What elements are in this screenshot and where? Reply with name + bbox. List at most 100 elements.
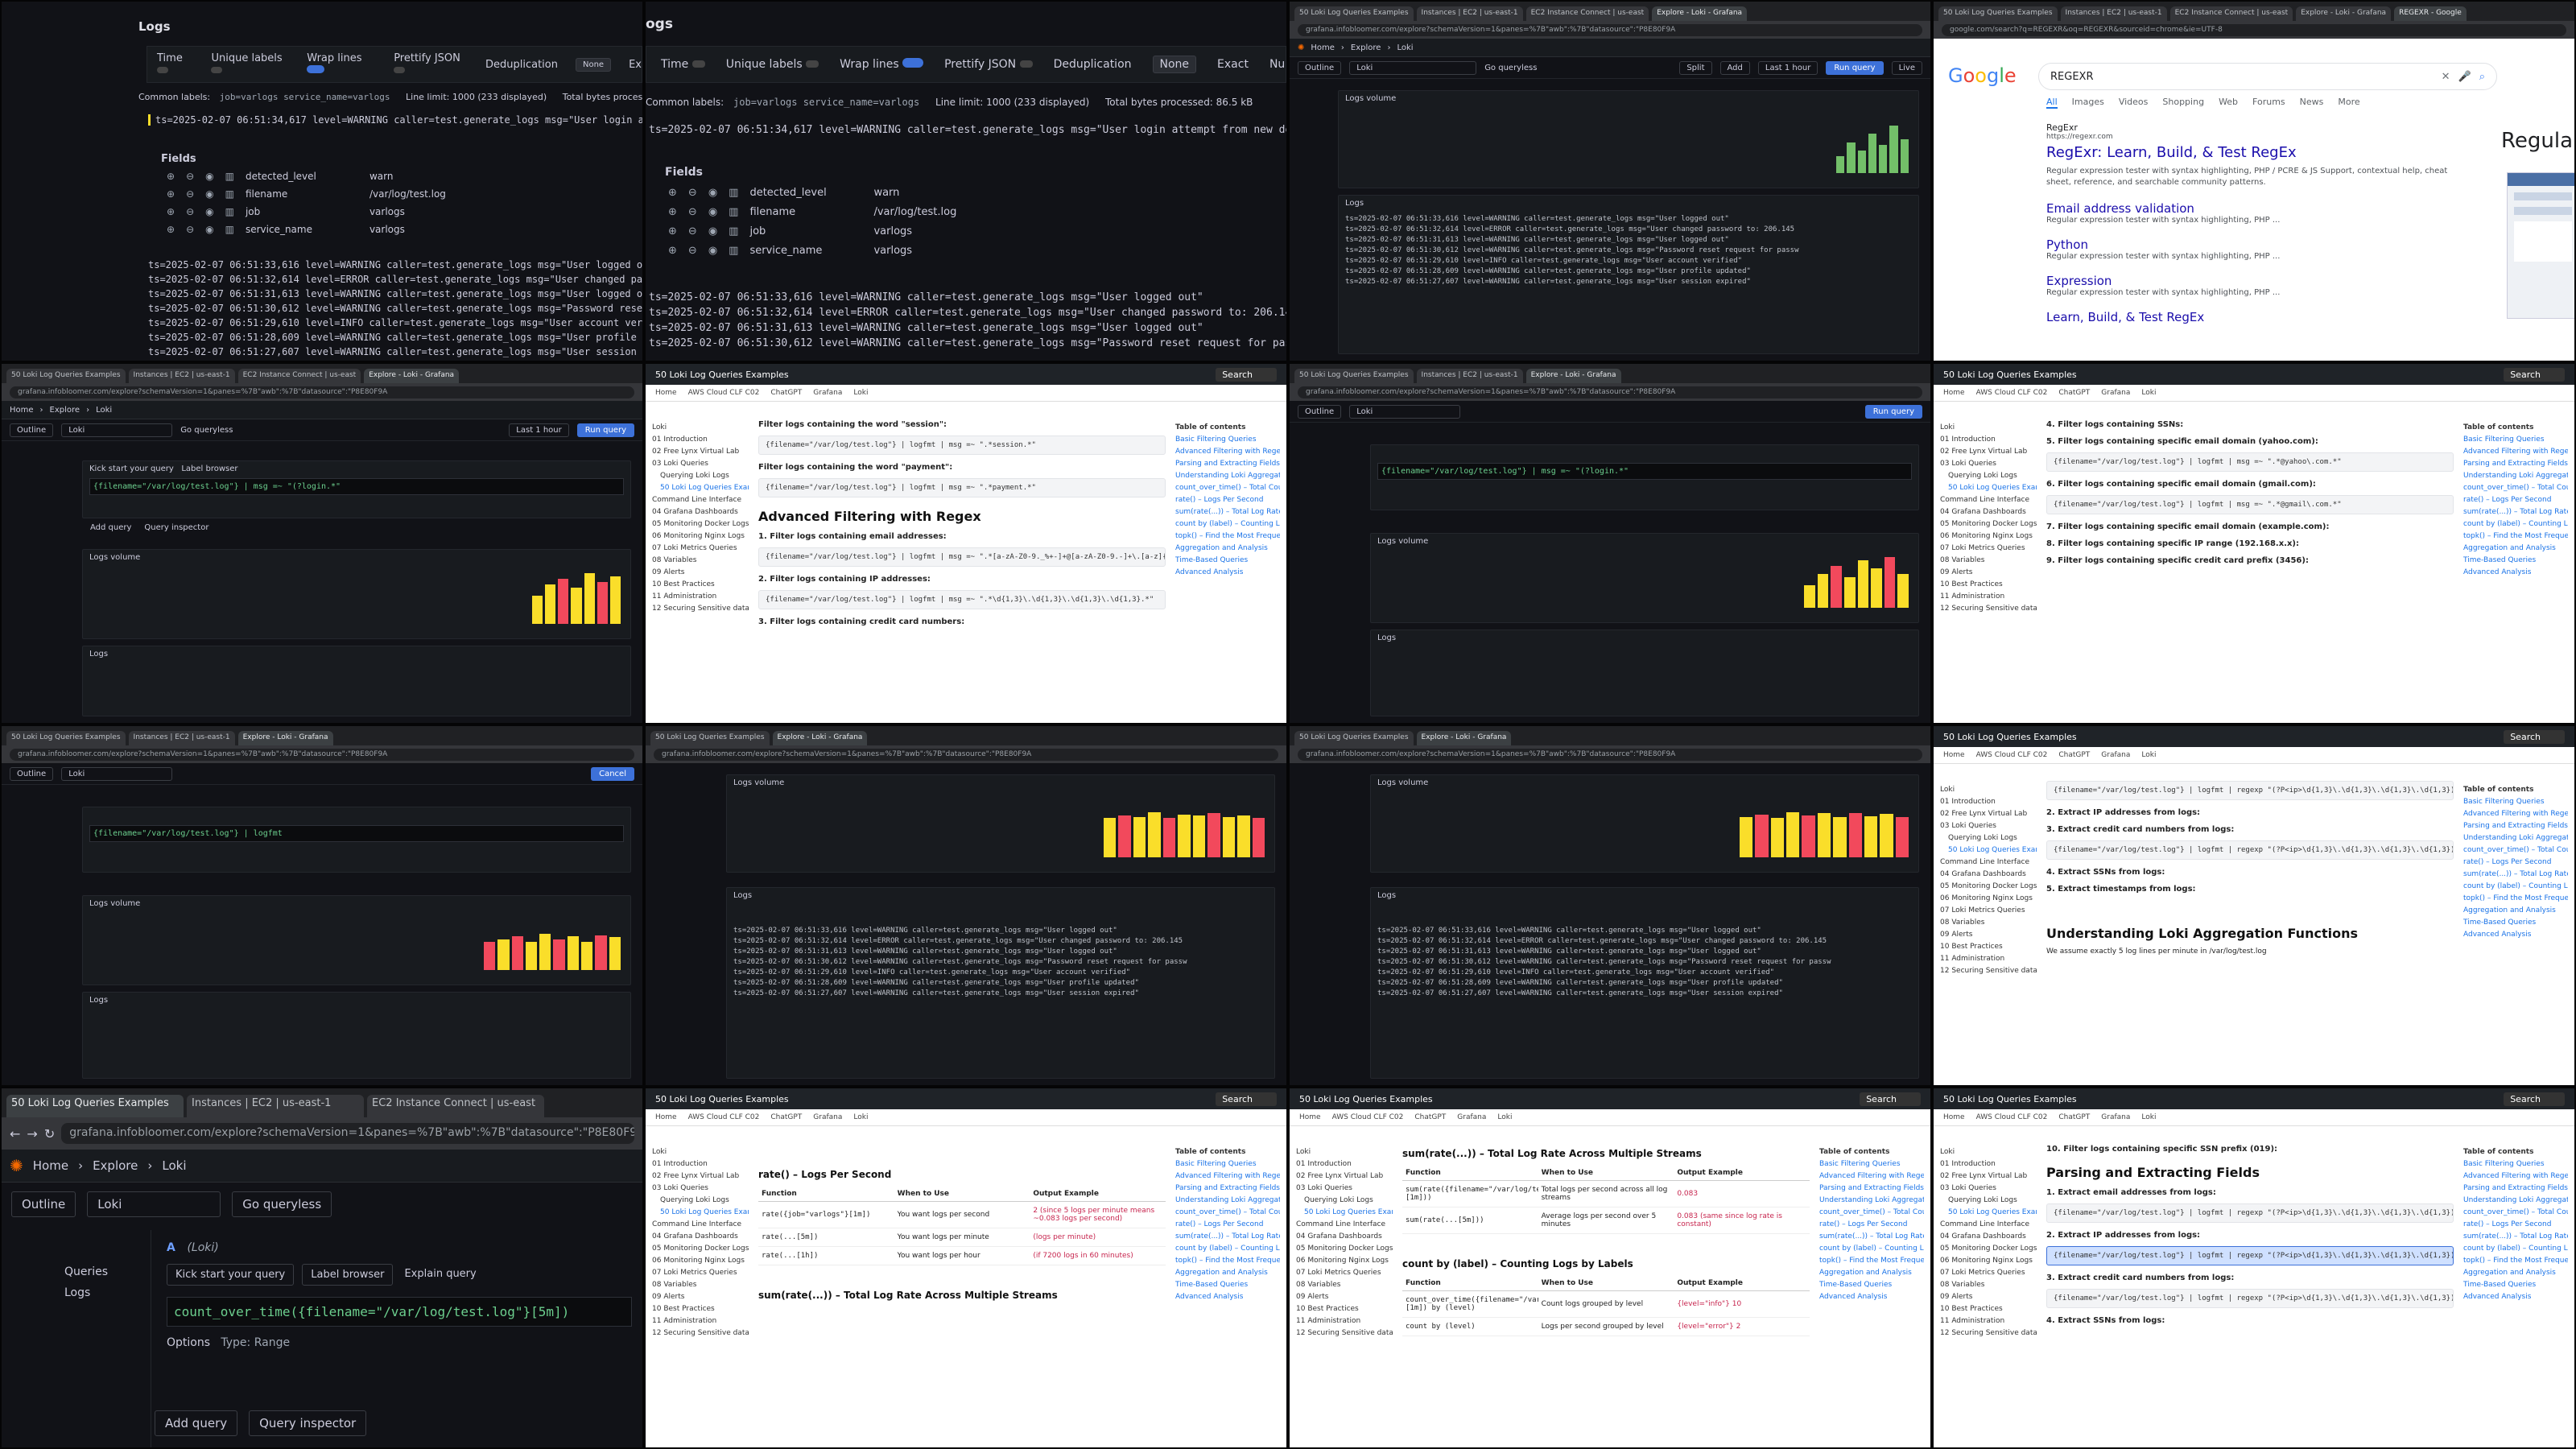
google-nav-forums[interactable]: Forums — [2252, 97, 2285, 109]
toc-item[interactable]: sum(rate(...)) – Total Log Rate Across M… — [2463, 506, 2568, 518]
stats-icon[interactable]: ▥ — [729, 242, 738, 261]
sidebar-item[interactable]: 09 Alerts — [652, 567, 749, 579]
stats-icon[interactable]: ▥ — [729, 222, 738, 242]
sidebar-item[interactable]: Querying Loki Logs — [1296, 1195, 1393, 1207]
sidebar-item[interactable]: Command Line Interface — [652, 1219, 749, 1231]
result-title[interactable]: RegExr: Learn, Build, & Test RegEx — [2046, 144, 2473, 161]
sidebar-item[interactable]: Loki — [1940, 784, 2037, 796]
sidebar-item[interactable]: 10 Best Practices — [1940, 579, 2037, 591]
eye-icon[interactable]: ◉ — [205, 167, 213, 185]
browser-tab[interactable]: REGEXR - Google — [2394, 6, 2467, 21]
sidebar-item[interactable]: 06 Monitoring Nginx Logs — [1940, 530, 2037, 543]
crumb-loki[interactable]: Loki — [1397, 43, 1413, 52]
zoom-in-icon[interactable]: ⊕ — [167, 167, 175, 185]
sidebar-item[interactable]: 02 Free Lynx Virtual Lab — [1296, 1170, 1393, 1183]
browser-tab[interactable]: EC2 Instance Connect | us-east — [2169, 6, 2293, 21]
toc-item[interactable]: Advanced Filtering with Regex — [1819, 1170, 1924, 1183]
log-line[interactable]: ts=2025-02-07 06:51:32,614 level=ERROR c… — [1345, 225, 1912, 235]
outline-button[interactable]: Outline — [1298, 60, 1342, 75]
docs-title[interactable]: 50 Loki Log Queries Examples — [1943, 732, 2077, 742]
toc-item[interactable]: topk() – Find the Most Frequent Logs — [1175, 1255, 1280, 1267]
browser-tab[interactable]: 50 Loki Log Queries Examples — [6, 731, 126, 745]
sidebar-item[interactable]: Loki — [1940, 422, 2037, 434]
toc-item[interactable]: count by (label) – Counting Logs by Labe… — [1175, 1243, 1280, 1255]
sidebar-item[interactable]: 06 Monitoring Nginx Logs — [1296, 1255, 1393, 1267]
nav-grafana[interactable]: Grafana — [2101, 389, 2130, 397]
google-nav-all[interactable]: All — [2046, 97, 2058, 109]
eye-icon[interactable]: ◉ — [708, 222, 717, 242]
docs-title[interactable]: 50 Loki Log Queries Examples — [1943, 1094, 2077, 1104]
outline-button[interactable]: Outline — [10, 766, 54, 781]
zoom-out-icon[interactable]: ⊖ — [186, 203, 194, 221]
nav-aws[interactable]: AWS Cloud CLF C02 — [1332, 1113, 1404, 1121]
toc-item[interactable]: rate() – Logs Per Second — [2463, 494, 2568, 506]
eye-icon[interactable]: ◉ — [205, 221, 213, 238]
stats-icon[interactable]: ▥ — [729, 184, 738, 203]
toc-item[interactable]: rate() – Logs Per Second — [1175, 1219, 1280, 1231]
toc-item[interactable]: Aggregation and Analysis — [2463, 543, 2568, 555]
log-line[interactable]: ts=2025-02-07 06:51:33,616 level=WARNING… — [1377, 926, 1912, 936]
sidebar-item[interactable]: Command Line Interface — [652, 494, 749, 506]
datasource-picker[interactable]: Loki — [87, 1191, 221, 1217]
query-input[interactable]: {filename="/var/log/test.log"} | msg =~ … — [1377, 463, 1912, 480]
toc-item[interactable]: Understanding Loki Aggregation Functions — [2463, 832, 2568, 844]
sidebar-item[interactable]: 07 Loki Metrics Queries — [652, 1267, 749, 1279]
toc-item[interactable]: Advanced Analysis — [2463, 1291, 2568, 1303]
toc-item[interactable]: Time-Based Queries — [2463, 1279, 2568, 1291]
query-input[interactable]: count_over_time({filename="/var/log/test… — [167, 1297, 632, 1327]
sidebar-item[interactable]: 11 Administration — [1940, 591, 2037, 603]
stats-icon[interactable]: ▥ — [225, 221, 234, 238]
sitelink-title[interactable]: Learn, Build, & Test RegEx — [2046, 310, 2473, 324]
nav-chatgpt[interactable]: ChatGPT — [2058, 1113, 2090, 1121]
nav-home[interactable]: Home — [655, 389, 677, 397]
log-line[interactable]: ts=2025-02-07 06:51:32,614 level=ERROR c… — [1377, 936, 1912, 947]
log-line[interactable]: ts=2025-02-07 06:51:29,610 level=INFO ca… — [1345, 256, 1912, 266]
sidebar-item[interactable]: 12 Securing Sensitive data — [1940, 603, 2037, 615]
log-line[interactable]: ts=2025-02-07 06:51:30,612 level=WARNING… — [1377, 957, 1912, 968]
browser-tab[interactable]: Instances | EC2 | us-east-1 — [1416, 369, 1523, 383]
eye-icon[interactable]: ◉ — [708, 203, 717, 222]
docs-title[interactable]: 50 Loki Log Queries Examples — [1943, 369, 2077, 380]
add-query-button[interactable]: Add query — [90, 523, 131, 532]
sidebar-item[interactable]: 50 Loki Log Queries Examples — [652, 1207, 749, 1219]
sidebar-item[interactable]: 03 Loki Queries — [1940, 820, 2037, 832]
crumb-home[interactable]: Home — [10, 406, 34, 415]
google-logo[interactable]: Google — [1948, 64, 2017, 87]
sidebar-item[interactable]: 12 Securing Sensitive data — [1296, 1327, 1393, 1340]
google-nav-web[interactable]: Web — [2219, 97, 2238, 109]
sidebar-item[interactable]: 12 Securing Sensitive data — [652, 603, 749, 615]
toc-item[interactable]: Parsing and Extracting Fields — [2463, 1183, 2568, 1195]
outline-queries[interactable]: Queries — [2, 1230, 151, 1278]
query-input[interactable]: {filename="/var/log/test.log"} | logfmt — [89, 825, 624, 842]
nav-grafana[interactable]: Grafana — [2101, 751, 2130, 759]
sidebar-item[interactable]: Loki — [1940, 1146, 2037, 1158]
sidebar-item[interactable]: 11 Administration — [652, 591, 749, 603]
sidebar-item[interactable]: 01 Introduction — [1940, 796, 2037, 808]
crumb-loki[interactable]: Loki — [162, 1158, 186, 1173]
toc-item[interactable]: Understanding Loki Aggregation Functions — [2463, 1195, 2568, 1207]
kick-start-button[interactable]: Kick start your query — [167, 1264, 295, 1286]
toc-item[interactable]: Understanding Loki Aggregation Functions — [1175, 1195, 1280, 1207]
outline-button[interactable]: Outline — [11, 1191, 76, 1217]
url-field[interactable]: google.com/search?q=REGEXR&oq=REGEXR&sou… — [1942, 23, 2566, 36]
code-regexp[interactable]: {filename="/var/log/test.log"} | logfmt … — [2046, 781, 2454, 800]
sidebar-item[interactable]: 07 Loki Metrics Queries — [652, 543, 749, 555]
toc-item[interactable]: count_over_time() – Total Count Over a T… — [2463, 482, 2568, 494]
label-browser-button[interactable]: Label browser — [302, 1264, 394, 1286]
nav-chatgpt[interactable]: ChatGPT — [2058, 751, 2090, 759]
eye-icon[interactable]: ◉ — [708, 184, 717, 203]
code-extract-cc[interactable]: {filename="/var/log/test.log"} | logfmt … — [2046, 1289, 2454, 1308]
browser-tab[interactable]: Instances | EC2 | us-east-1 — [2060, 6, 2167, 21]
dedup-none[interactable]: None — [575, 57, 612, 72]
sidebar-item[interactable]: 10 Best Practices — [652, 1303, 749, 1315]
log-line[interactable]: ts=2025-02-07 06:51:28,609 level=WARNING… — [1345, 266, 1912, 277]
stats-icon[interactable]: ▥ — [225, 203, 234, 221]
toc-item[interactable]: sum(rate(...)) – Total Log Rate Across M… — [1175, 1231, 1280, 1243]
expanded-log-line[interactable]: ts=2025-02-07 06:51:34,617 level=WARNING… — [148, 114, 642, 126]
sidebar-item[interactable]: 07 Loki Metrics Queries — [1940, 905, 2037, 917]
docs-search[interactable]: Search — [2504, 367, 2565, 382]
expanded-log-line-2[interactable]: ts=2025-02-07 06:51:34,617 level=WARNING… — [649, 124, 1286, 136]
browser-tab[interactable]: Instances | EC2 | us-east-1 — [187, 1095, 364, 1117]
docs-title[interactable]: 50 Loki Log Queries Examples — [1299, 1094, 1433, 1104]
toc-item[interactable]: rate() – Logs Per Second — [2463, 1219, 2568, 1231]
